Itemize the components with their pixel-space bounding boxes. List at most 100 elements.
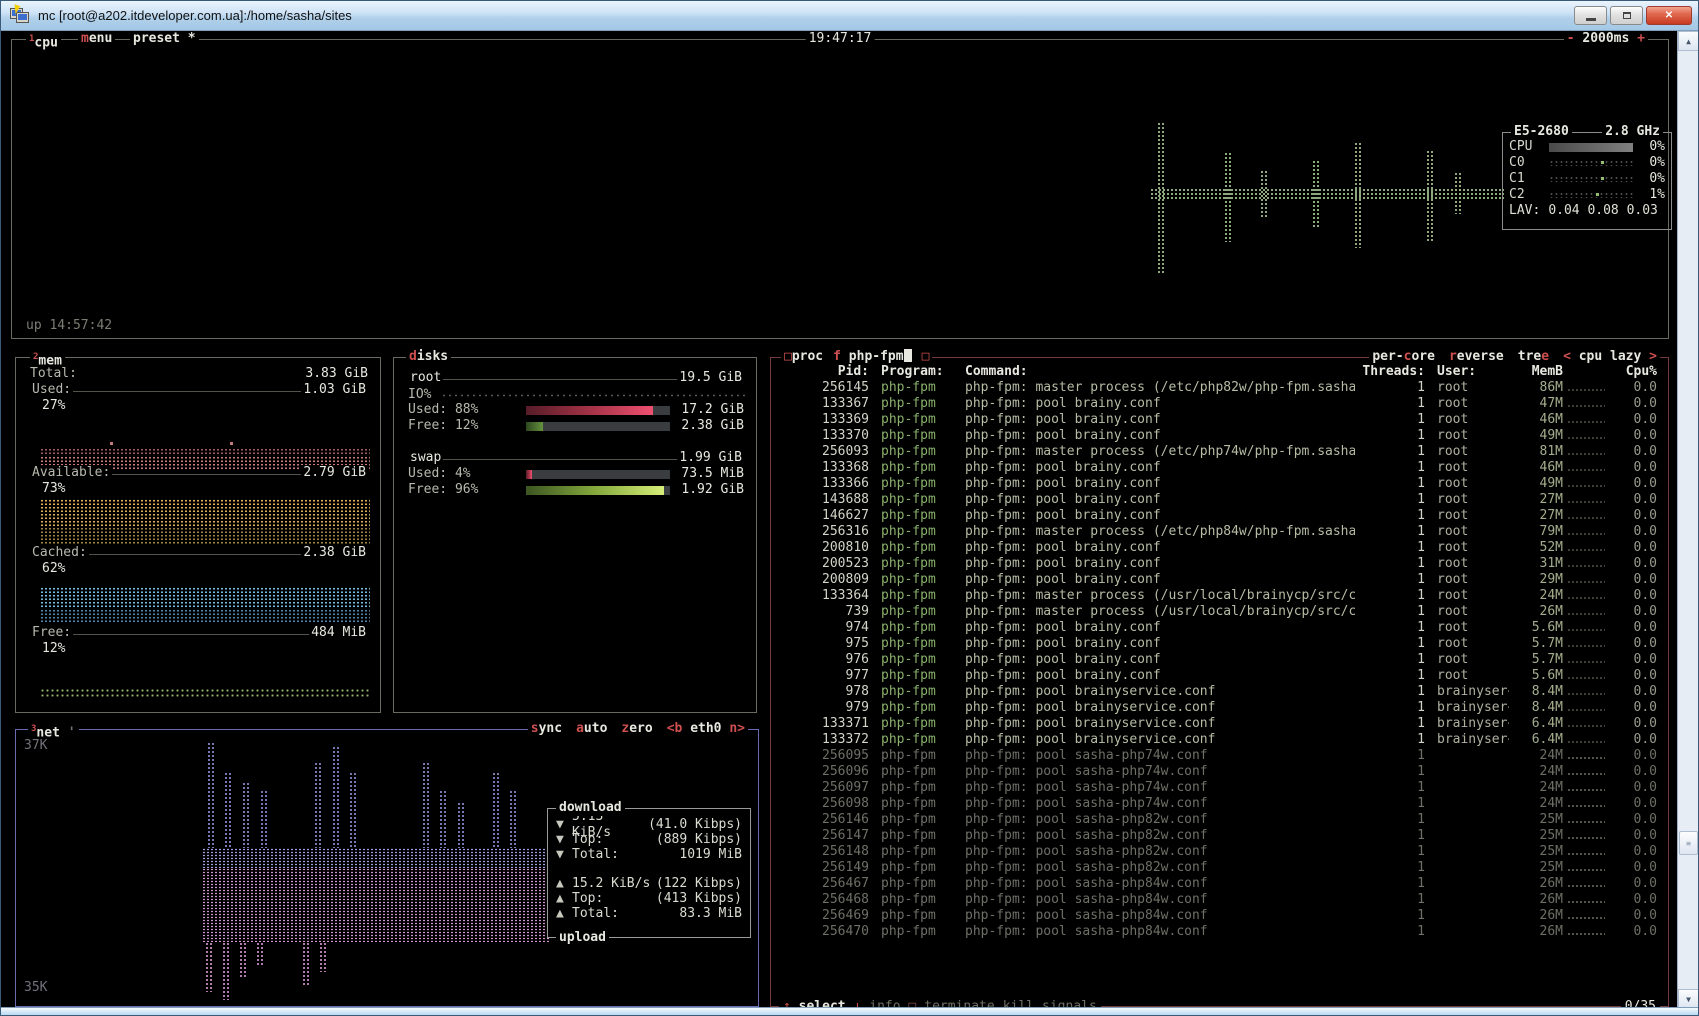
process-row[interactable]: 979 php-fpm php-fpm: pool brainyservice.… xyxy=(785,700,1658,716)
process-row[interactable]: 256148 php-fpm php-fpm: pool sasha-php82… xyxy=(785,844,1658,860)
disk-free-bar xyxy=(526,422,670,431)
net-auto-button[interactable]: auto xyxy=(576,721,607,737)
cpu-core-row: C00% xyxy=(1503,155,1671,171)
menu-button[interactable]: menu xyxy=(78,31,115,47)
cpu-history-minigraph xyxy=(1563,652,1609,668)
uptime: up 14:57:42 xyxy=(26,318,112,334)
net-sync-button[interactable]: sync xyxy=(531,721,562,737)
process-row[interactable]: 133367 php-fpm php-fpm: pool brainy.conf… xyxy=(785,396,1658,412)
cpu-history-minigraph xyxy=(1563,636,1609,652)
preset-button[interactable]: preset * xyxy=(130,31,199,47)
process-row[interactable]: 974 php-fpm php-fpm: pool brainy.conf 1 … xyxy=(785,620,1658,636)
process-row[interactable]: 133370 php-fpm php-fpm: pool brainy.conf… xyxy=(785,428,1658,444)
cpu-history-minigraph xyxy=(1563,428,1609,444)
close-button[interactable]: ✕ xyxy=(1646,6,1692,25)
process-row[interactable]: 256147 php-fpm php-fpm: pool sasha-php82… xyxy=(785,828,1658,844)
text-cursor xyxy=(904,349,912,362)
process-row[interactable]: 256146 php-fpm php-fpm: pool sasha-php82… xyxy=(785,812,1658,828)
disks-box: disks root19.5 GiB IO% Used: 88% 17.2 Gi… xyxy=(393,357,757,713)
tree-toggle[interactable]: tree xyxy=(1518,349,1549,365)
terminal: 1cpu menu preset * 19:47:17 - 2000ms + E… xyxy=(7,31,1677,1009)
cpu-history-minigraph xyxy=(1563,924,1609,940)
upload-label: upload xyxy=(556,930,609,946)
scrollbar-thumb[interactable]: ≡ xyxy=(1679,831,1698,855)
net-box: 3net ' sync auto zero <b eth0 n> 37K 35K xyxy=(15,729,759,1007)
process-row[interactable]: 256097 php-fpm php-fpm: pool sasha-php74… xyxy=(785,780,1658,796)
process-row[interactable]: 256098 php-fpm php-fpm: pool sasha-php74… xyxy=(785,796,1658,812)
process-row[interactable]: 256469 php-fpm php-fpm: pool sasha-php84… xyxy=(785,908,1658,924)
process-row[interactable]: 978 php-fpm php-fpm: pool brainyservice.… xyxy=(785,684,1658,700)
process-row[interactable]: 977 php-fpm php-fpm: pool brainy.conf 1 … xyxy=(785,668,1658,684)
process-row[interactable]: 133368 php-fpm php-fpm: pool brainy.conf… xyxy=(785,460,1658,476)
swap-free-row: Free: 96% 1.92 GiB xyxy=(408,482,744,498)
cpu-history-minigraph xyxy=(1563,668,1609,684)
proc-filter-field[interactable]: f php-fpm xyxy=(833,349,911,365)
process-row[interactable]: 200523 php-fpm php-fpm: pool brainy.conf… xyxy=(785,556,1658,572)
process-row[interactable]: 256095 php-fpm php-fpm: pool sasha-php74… xyxy=(785,748,1658,764)
proc-box-title[interactable]: □proc xyxy=(784,349,823,365)
interval-minus-button[interactable]: - xyxy=(1567,31,1575,46)
cpu-core-row: C21% xyxy=(1503,187,1671,203)
iface-prev-button[interactable]: <b xyxy=(667,721,683,736)
process-row[interactable]: 133366 php-fpm php-fpm: pool brainy.conf… xyxy=(785,476,1658,492)
cpu-history-minigraph xyxy=(1563,764,1609,780)
process-row[interactable]: 256149 php-fpm php-fpm: pool sasha-php82… xyxy=(785,860,1658,876)
down-arrow-icon: ▼ xyxy=(556,847,572,863)
titlebar[interactable]: mc [root@a202.itdeveloper.com.ua]:/home/… xyxy=(1,1,1699,31)
sort-prev-button[interactable]: < xyxy=(1563,349,1571,364)
disks-box-title[interactable]: disks xyxy=(406,349,451,365)
cpu-history-minigraph xyxy=(1563,732,1609,748)
process-row[interactable]: 256470 php-fpm php-fpm: pool sasha-php84… xyxy=(785,924,1658,940)
swap-row: swap1.99 GiB xyxy=(408,450,744,466)
process-row[interactable]: 133364 php-fpm php-fpm: master process (… xyxy=(785,588,1658,604)
process-row[interactable]: 256467 php-fpm php-fpm: pool sasha-php84… xyxy=(785,876,1658,892)
proc-filter-clear-button[interactable]: □ xyxy=(922,349,930,365)
cpu-history-minigraph xyxy=(1563,396,1609,412)
cpu-history-minigraph xyxy=(1563,716,1609,732)
down-arrow-icon: ▼ xyxy=(556,832,572,848)
swap-used-bar xyxy=(526,470,670,479)
mem-cached-row: Cached:2.38 GiB xyxy=(30,545,368,561)
cpu-history-minigraph xyxy=(1563,844,1609,860)
scrollbar-down-button[interactable]: ▼ xyxy=(1678,989,1699,1009)
process-row[interactable]: 143688 php-fpm php-fpm: pool brainy.conf… xyxy=(785,492,1658,508)
per-core-toggle[interactable]: per-core xyxy=(1372,349,1435,365)
mem-free-graph xyxy=(40,688,370,698)
process-row[interactable]: 200809 php-fpm php-fpm: pool brainy.conf… xyxy=(785,572,1658,588)
process-row[interactable]: 739 php-fpm php-fpm: master process (/us… xyxy=(785,604,1658,620)
sort-next-button[interactable]: > xyxy=(1649,349,1657,364)
mem-available-percent: 73% xyxy=(42,481,65,497)
process-row[interactable]: 133372 php-fpm php-fpm: pool brainyservi… xyxy=(785,732,1658,748)
process-row[interactable]: 976 php-fpm php-fpm: pool brainy.conf 1 … xyxy=(785,652,1658,668)
process-row[interactable]: 256145 php-fpm php-fpm: master process (… xyxy=(785,380,1658,396)
process-row[interactable]: 256316 php-fpm php-fpm: master process (… xyxy=(785,524,1658,540)
cpu-info-box: E5-2680 2.8 GHz CPU0% C00% C10% C21% xyxy=(1502,132,1672,230)
net-zero-button[interactable]: zero xyxy=(621,721,652,737)
process-row[interactable]: 256093 php-fpm php-fpm: master process (… xyxy=(785,444,1658,460)
process-row[interactable]: 975 php-fpm php-fpm: pool brainy.conf 1 … xyxy=(785,636,1658,652)
scrollbar[interactable]: ▲ ≡ ▼ xyxy=(1677,31,1698,1009)
process-row[interactable]: 146627 php-fpm php-fpm: pool brainy.conf… xyxy=(785,508,1658,524)
mem-used-row: Used:1.03 GiB xyxy=(30,382,368,398)
maximize-button[interactable] xyxy=(1610,6,1643,25)
swap-used-row: Used: 4% 73.5 MiB xyxy=(408,466,744,482)
interval-plus-button[interactable]: + xyxy=(1637,31,1645,46)
process-row[interactable]: 256468 php-fpm php-fpm: pool sasha-php84… xyxy=(785,892,1658,908)
process-row[interactable]: 200810 php-fpm php-fpm: pool brainy.conf… xyxy=(785,540,1658,556)
upload-top-row: ▲ Top:(413 Kibps) xyxy=(548,891,750,906)
process-row[interactable]: 256096 php-fpm php-fpm: pool sasha-php74… xyxy=(785,764,1658,780)
cpu-box-title[interactable]: 1cpu xyxy=(26,31,61,51)
reverse-toggle[interactable]: reverse xyxy=(1449,349,1504,365)
mem-total-row: Total:3.83 GiB xyxy=(30,366,368,382)
iface-next-button[interactable]: n> xyxy=(729,721,745,736)
mem-available-graph xyxy=(40,499,370,545)
window-title: mc [root@a202.itdeveloper.com.ua]:/home/… xyxy=(38,8,1574,23)
cpu-total-row: CPU0% xyxy=(1503,139,1671,155)
core-meter xyxy=(1549,160,1633,166)
process-row[interactable]: 133369 php-fpm php-fpm: pool brainy.conf… xyxy=(785,412,1658,428)
minimize-button[interactable] xyxy=(1574,6,1607,25)
cpu-history-minigraph xyxy=(1563,828,1609,844)
net-scale-top: 37K xyxy=(24,738,47,754)
scrollbar-up-button[interactable]: ▲ xyxy=(1678,31,1699,51)
process-row[interactable]: 133371 php-fpm php-fpm: pool brainyservi… xyxy=(785,716,1658,732)
